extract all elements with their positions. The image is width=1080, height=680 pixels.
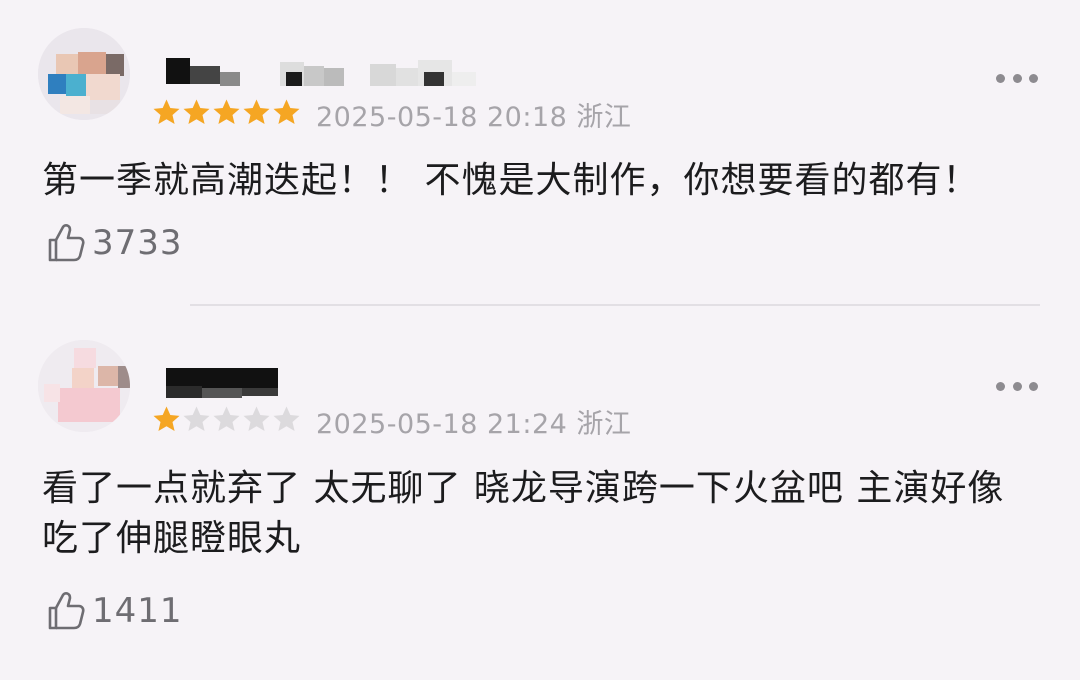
username-redacted[interactable] [162,366,462,400]
comment-text: 看了一点就弃了 太无聊了 晓龙导演跨一下火盆吧 主演好像吃了伸腿瞪眼丸 [42,468,1005,559]
like-button[interactable]: 3733 [44,221,183,265]
comment-meta: 2025-05-18 20:18 浙江 [316,102,632,133]
star-filled-icon [273,99,300,124]
comment-divider [190,304,1040,306]
star-filled-icon [153,99,180,124]
thumbs-up-icon [48,592,85,630]
comment-meta: 2025-05-18 21:24 浙江 [316,409,632,440]
more-dots-icon[interactable] [996,68,1038,88]
user-avatar[interactable] [38,28,130,120]
rating-stars [152,98,301,128]
thumbs-up-icon [48,224,85,262]
like-button[interactable]: 1411 [44,589,183,633]
star-empty-icon [243,406,270,431]
star-empty-icon [273,406,300,431]
more-dots-icon[interactable] [996,376,1038,396]
comment-text: 第一季就高潮迭起！！ 不愧是大制作，你想要看的都有！ [42,160,980,201]
star-filled-icon [153,406,180,431]
user-avatar[interactable] [38,340,130,432]
star-filled-icon [243,99,270,124]
star-filled-icon [213,99,240,124]
star-empty-icon [183,406,210,431]
like-count: 3733 [92,223,183,263]
star-empty-icon [213,406,240,431]
like-count: 1411 [92,591,183,631]
rating-stars [152,405,301,435]
star-filled-icon [183,99,210,124]
username-redacted[interactable] [162,54,476,88]
